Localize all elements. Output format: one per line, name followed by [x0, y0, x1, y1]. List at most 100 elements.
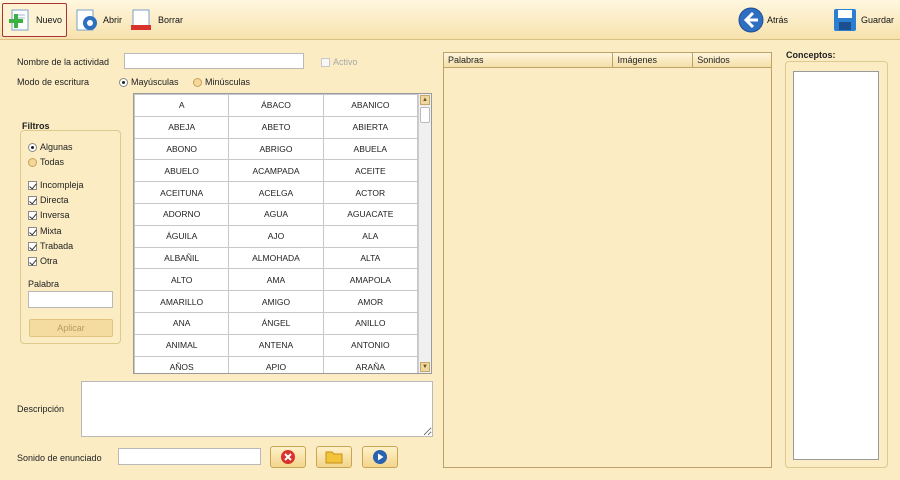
word-cell[interactable]: ARAÑA: [322, 355, 419, 373]
column-header-sounds[interactable]: Sonidos: [693, 53, 771, 67]
word-cell[interactable]: ABUELA: [322, 137, 419, 161]
word-grid-scrollbar[interactable]: ▲ ▼: [418, 94, 431, 373]
word-cell[interactable]: ABEJA: [134, 115, 230, 139]
folder-icon: [325, 451, 343, 464]
word-cell[interactable]: ANIMAL: [134, 333, 230, 357]
word-cell[interactable]: ALBAÑIL: [134, 246, 230, 270]
delete-button-label: Borrar: [158, 15, 184, 25]
concepts-list[interactable]: [793, 71, 879, 460]
table-row: AÑOS APIO ARAÑA: [134, 355, 419, 373]
word-cell[interactable]: ÁGUILA: [134, 224, 230, 248]
activity-name-label: Nombre de la actividad: [17, 57, 110, 67]
active-checkbox[interactable]: Activo: [321, 57, 358, 68]
back-button[interactable]: Atrás: [734, 3, 792, 37]
filter-type-checkbox[interactable]: Incompleja: [28, 180, 84, 191]
word-cell[interactable]: AMARILLO: [134, 290, 230, 313]
column-header-words[interactable]: Palabras: [444, 53, 614, 67]
word-cell[interactable]: ANILLO: [322, 311, 419, 335]
word-cell[interactable]: ACEITE: [322, 159, 419, 183]
word-cell[interactable]: ANTENA: [228, 333, 324, 357]
word-cell[interactable]: A: [134, 94, 230, 117]
word-cell[interactable]: ÁBACO: [228, 94, 324, 117]
word-cell[interactable]: ALMOHADA: [228, 246, 324, 270]
word-cell[interactable]: ABETO: [228, 115, 324, 139]
radio-indicator: [119, 78, 128, 88]
word-cell[interactable]: ABONO: [134, 137, 230, 161]
new-button[interactable]: Nuevo: [2, 3, 68, 37]
word-filter-input[interactable]: [28, 291, 113, 308]
checkbox-indicator: [28, 242, 37, 252]
description-label: Descripción: [17, 404, 65, 414]
writing-mode-lower-radio[interactable]: Minúsculas: [193, 77, 251, 88]
clear-sound-button[interactable]: [270, 446, 306, 468]
scroll-thumb[interactable]: [420, 107, 430, 123]
concepts-title: Conceptos:: [786, 50, 836, 60]
word-cell[interactable]: AMOR: [322, 290, 419, 313]
active-label: Activo: [333, 57, 358, 67]
apply-button[interactable]: Aplicar: [29, 319, 113, 337]
word-cell[interactable]: ABUELO: [134, 159, 230, 183]
filter-type-checkbox[interactable]: Inversa: [28, 210, 70, 221]
open-button[interactable]: Abrir: [70, 3, 126, 37]
filter-type-checkbox[interactable]: Otra: [28, 256, 58, 267]
save-button[interactable]: Guardar: [828, 3, 898, 37]
writing-mode-upper-label: Mayúsculas: [131, 77, 179, 87]
writing-mode-lower-label: Minúsculas: [205, 77, 251, 87]
column-header-images[interactable]: Imágenes: [613, 53, 694, 67]
word-cell[interactable]: ABIERTA: [322, 115, 419, 139]
word-cell[interactable]: ACAMPADA: [228, 159, 324, 183]
toolbar: Nuevo Abrir Borrar Atrás Guardar: [0, 0, 900, 40]
filter-some-radio[interactable]: Algunas: [28, 142, 73, 153]
save-button-label: Guardar: [861, 15, 895, 25]
filter-all-label: Todas: [40, 157, 65, 167]
word-cell[interactable]: ACELGA: [228, 181, 324, 204]
word-cell[interactable]: ANA: [134, 311, 230, 335]
filter-type-label: Otra: [40, 256, 58, 266]
word-cell[interactable]: AGUA: [228, 202, 324, 226]
sound-input[interactable]: [118, 448, 261, 465]
word-cell[interactable]: ABRIGO: [228, 137, 324, 161]
delete-button[interactable]: Borrar: [125, 3, 187, 37]
word-cell[interactable]: ALA: [322, 224, 419, 248]
word-cell[interactable]: ABANICO: [322, 94, 419, 117]
gear-document-icon: [76, 9, 97, 31]
word-filter-label: Palabra: [28, 279, 60, 289]
writing-mode-upper-radio[interactable]: Mayúsculas: [119, 77, 179, 88]
description-textarea[interactable]: [81, 381, 433, 437]
word-cell[interactable]: ACTOR: [322, 181, 419, 204]
filters-title: Filtros: [22, 121, 50, 131]
radio-indicator: [28, 158, 37, 168]
activity-name-input[interactable]: [124, 53, 304, 69]
word-cell[interactable]: ALTO: [134, 268, 230, 292]
word-grid: A ÁBACO ABANICO ABEJA ABETO ABIERTA ABONO ABRIG…: [133, 93, 432, 374]
word-cell[interactable]: ACEITUNA: [134, 181, 230, 204]
filter-type-label: Incompleja: [40, 180, 84, 190]
word-cell[interactable]: AMA: [228, 268, 324, 292]
active-checkbox-box: [321, 58, 330, 68]
filter-type-checkbox[interactable]: Directa: [28, 195, 69, 206]
word-cell[interactable]: ADORNO: [134, 202, 230, 226]
filter-type-label: Directa: [40, 195, 69, 205]
delete-document-icon: [131, 9, 151, 30]
open-sound-button[interactable]: [316, 446, 352, 468]
scroll-down-icon[interactable]: ▼: [420, 362, 430, 372]
table-row: ADORNO AGUA AGUACATE: [134, 202, 419, 226]
scroll-up-icon[interactable]: ▲: [420, 95, 430, 105]
word-cell[interactable]: AGUACATE: [322, 202, 419, 226]
play-sound-button[interactable]: [362, 446, 398, 468]
table-row: ANIMAL ANTENA ANTONIO: [134, 333, 419, 357]
writing-mode-label: Modo de escritura: [17, 77, 90, 87]
close-icon: [281, 450, 295, 464]
word-cell[interactable]: ÁNGEL: [228, 311, 324, 335]
word-cell[interactable]: ANTONIO: [322, 333, 419, 357]
filter-all-radio[interactable]: Todas: [28, 157, 65, 168]
word-cell[interactable]: AÑOS: [134, 355, 230, 373]
open-button-label: Abrir: [103, 15, 123, 25]
word-cell[interactable]: AMAPOLA: [322, 268, 419, 292]
word-cell[interactable]: AJO: [228, 224, 324, 248]
filter-type-checkbox[interactable]: Mixta: [28, 226, 62, 237]
word-cell[interactable]: ALTA: [322, 246, 419, 270]
word-cell[interactable]: AMIGO: [228, 290, 324, 313]
filter-type-checkbox[interactable]: Trabada: [28, 241, 73, 252]
word-cell[interactable]: APIO: [228, 355, 324, 373]
